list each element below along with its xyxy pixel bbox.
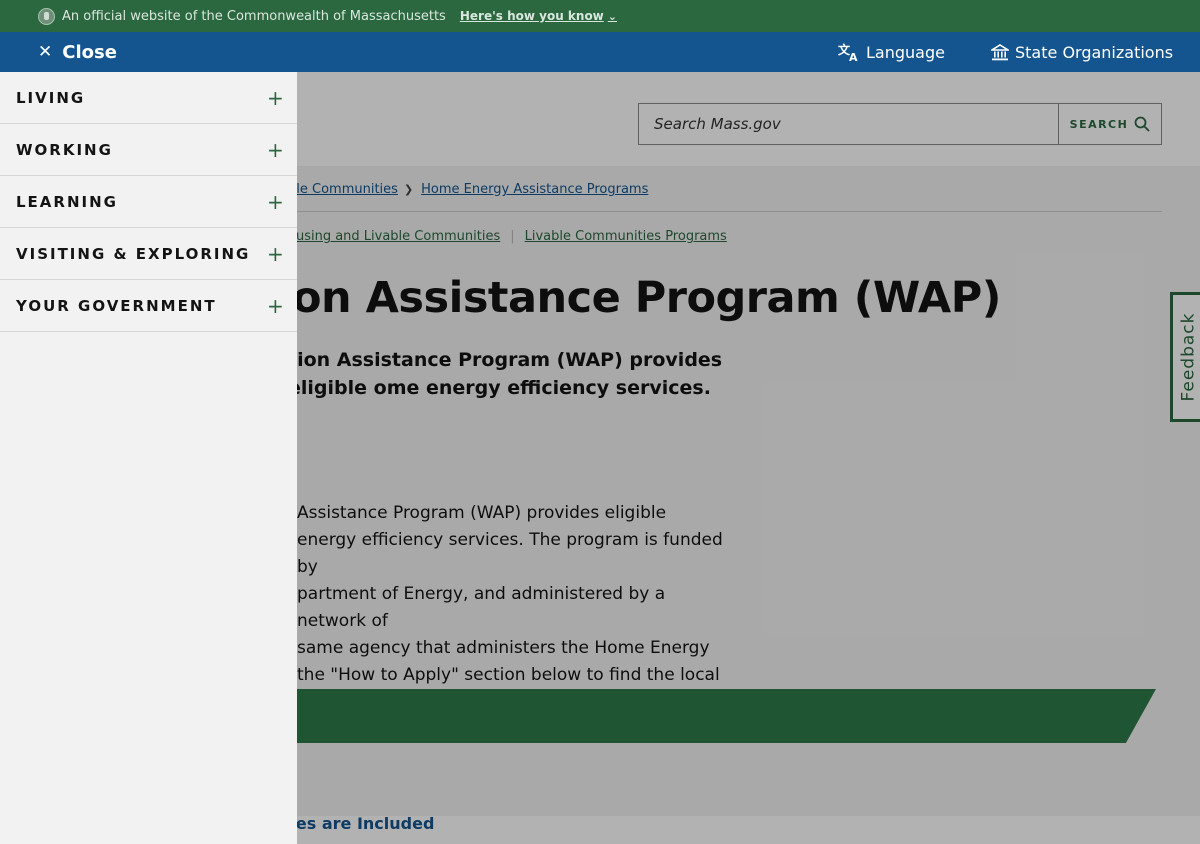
tag-separator: | [510,229,515,244]
utility-nav: ✕ Close 文 A Language State Organizations [0,32,1200,72]
menu-item-label: LIVING [16,88,86,107]
body-line: same agency that administers the Home En… [297,638,710,658]
menu-item-learning[interactable]: LEARNING + [0,176,297,228]
building-icon [991,43,1009,60]
site-search: SEARCH [638,103,1162,145]
tag-link[interactable]: Livable Communities Programs [525,229,727,244]
related-tags: ousing and Livable Communities | Livable… [288,229,727,244]
main-menu-panel: LIVING + WORKING + LEARNING + VISITING &… [0,72,297,844]
menu-item-label: WORKING [16,140,113,159]
body-line: Assistance Program (WAP) provides eligib… [297,503,667,523]
menu-item-label: LEARNING [16,192,118,211]
breadcrumb-link[interactable]: ble Communities [288,182,398,197]
divider [288,211,1162,212]
menu-item-label: YOUR GOVERNMENT [16,296,217,315]
chevron-down-icon: ⌄ [607,9,617,23]
search-input[interactable] [639,104,1059,144]
language-button[interactable]: 文 A Language [838,32,945,72]
menu-item-working[interactable]: WORKING + [0,124,297,176]
menu-item-your-government[interactable]: YOUR GOVERNMENT + [0,280,297,332]
close-menu-button[interactable]: ✕ Close [38,32,117,72]
page-lede: tion Assistance Program (WAP) provides e… [288,349,723,399]
breadcrumb-chevron-icon: ❯ [403,183,414,196]
search-icon [1134,116,1150,132]
body-line: partment of Energy, and administered by … [297,584,666,631]
state-organizations-button[interactable]: State Organizations [991,32,1173,72]
plus-icon: + [267,137,284,162]
state-organizations-label: State Organizations [1015,42,1174,62]
search-button[interactable]: SEARCH [1059,104,1161,144]
page-title: on Assistance Program (WAP) [292,273,1001,323]
plus-icon: + [267,241,284,266]
close-icon: ✕ [38,42,53,62]
language-label: Language [866,42,945,62]
how-you-know-label: Here's how you know [459,9,604,23]
menu-item-visiting-exploring[interactable]: VISITING & EXPLORING + [0,228,297,280]
official-banner: An official website of the Commonwealth … [0,0,1200,32]
official-banner-text: An official website of the Commonwealth … [62,8,446,24]
tag-link[interactable]: ousing and Livable Communities [288,229,500,244]
plus-icon: + [267,85,284,110]
plus-icon: + [267,189,284,214]
body-line: the "How to Apply" section below to find… [297,665,720,685]
breadcrumb-link[interactable]: Home Energy Assistance Programs [421,182,648,197]
body-line: energy efficiency services. The program … [297,530,723,577]
translate-icon: 文 A [838,42,858,62]
state-seal-icon [38,7,55,25]
feedback-label: Feedback [1178,312,1199,402]
page-body: Assistance Program (WAP) provides eligib… [297,500,737,689]
breadcrumb: ble Communities ❯ Home Energy Assistance… [288,182,648,197]
menu-item-label: VISITING & EXPLORING [16,244,251,263]
feedback-tab[interactable]: Feedback [1170,292,1200,422]
search-button-label: SEARCH [1069,117,1129,131]
how-you-know-link[interactable]: Here's how you know ⌄ [460,9,617,23]
plus-icon: + [267,293,284,318]
close-label: Close [62,41,117,63]
table-of-contents-link[interactable]: res are Included [288,814,434,833]
menu-item-living[interactable]: LIVING + [0,72,297,124]
svg-text:A: A [849,51,858,62]
